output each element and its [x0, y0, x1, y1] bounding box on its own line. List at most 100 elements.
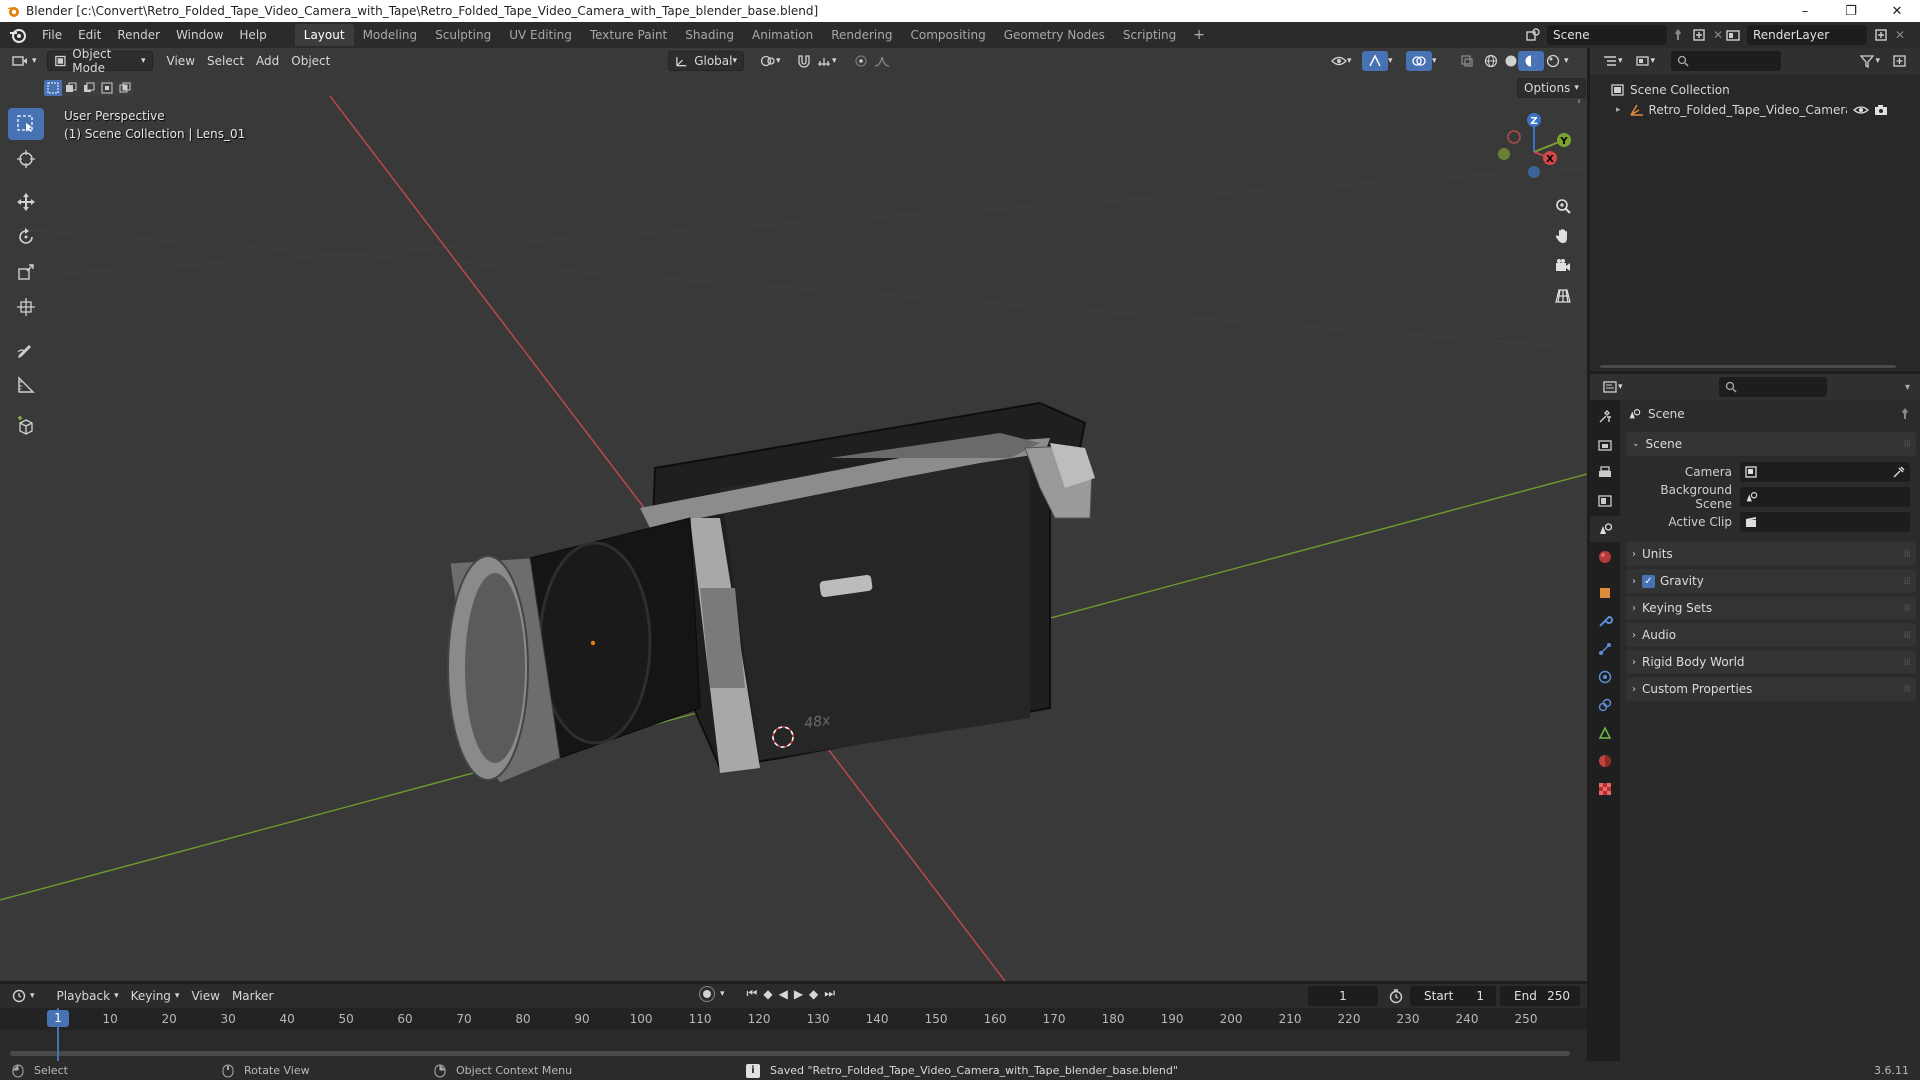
tab-scripting[interactable]: Scripting [1114, 24, 1185, 46]
tab-texture-paint[interactable]: Texture Paint [581, 24, 676, 46]
close-button[interactable]: ✕ [1874, 0, 1920, 22]
tab-data[interactable] [1590, 720, 1620, 746]
select-mode-new[interactable] [44, 80, 62, 96]
outliner-scrollbar[interactable] [1600, 365, 1896, 368]
3d-viewport[interactable]: 48x ▾ Object Mode ▾ View Select Add Obje… [0, 48, 1587, 981]
tab-render[interactable] [1590, 432, 1620, 458]
tool-move[interactable] [8, 186, 44, 218]
perspective-toggle-button[interactable] [1551, 284, 1575, 308]
transform-orientation-dropdown[interactable]: Global ▾ [668, 51, 744, 71]
menu-edit[interactable]: Edit [70, 24, 109, 46]
panel-rigid-body-world-header[interactable]: › Rigid Body World ⁞⁞⁞ [1626, 650, 1916, 674]
blender-logo-icon[interactable] [8, 25, 28, 45]
tab-texture[interactable] [1590, 776, 1620, 802]
delete-scene-icon[interactable]: ✕ [1713, 28, 1723, 42]
drag-handle-icon[interactable]: ⁞⁞⁞ [1903, 439, 1910, 450]
delete-view-layer-icon[interactable]: ✕ [1895, 28, 1905, 42]
navigation-gizmo[interactable]: Z Y X [1494, 112, 1574, 192]
timeline-track-area[interactable] [0, 1030, 1587, 1061]
tab-particles[interactable] [1590, 636, 1620, 662]
new-collection-button[interactable] [1886, 51, 1914, 71]
properties-search-input[interactable] [1718, 377, 1827, 397]
new-scene-icon[interactable] [1691, 27, 1707, 43]
timeline-scrollbar[interactable] [10, 1051, 1570, 1056]
playback-menu[interactable]: Playback ▾ [51, 986, 125, 1006]
select-mode-extend[interactable] [62, 80, 80, 96]
display-mode-dropdown[interactable]: ▾ [1629, 51, 1662, 71]
tab-output[interactable] [1590, 460, 1620, 486]
select-mode-invert[interactable] [98, 80, 116, 96]
jump-to-start-icon[interactable]: ⏮ [747, 986, 758, 1001]
tab-object[interactable] [1590, 580, 1620, 606]
menu-render[interactable]: Render [109, 24, 168, 46]
gizmo-dropdown-icon[interactable]: ▾ [1388, 56, 1393, 66]
filter-dropdown[interactable]: ▾ [1853, 51, 1886, 71]
play-reverse-icon[interactable]: ◀ [779, 987, 788, 1001]
panel-keying-sets-header[interactable]: › Keying Sets ⁞⁞⁞ [1626, 596, 1916, 620]
outliner-row-camera-object[interactable]: ▸ Retro_Folded_Tape_Video_Camera_with [1590, 100, 1920, 120]
new-view-layer-icon[interactable] [1873, 27, 1889, 43]
tab-view-layer[interactable] [1590, 488, 1620, 514]
tab-modeling[interactable]: Modeling [354, 24, 427, 46]
timeline-frame-ruler[interactable]: 1102030405060708090100110120130140150160… [0, 1008, 1587, 1030]
current-frame-field[interactable]: 1 [1308, 986, 1378, 1006]
record-button[interactable] [700, 986, 714, 1001]
shading-rendered[interactable] [1540, 51, 1566, 71]
start-frame-field[interactable]: Start 1 [1410, 986, 1496, 1006]
sidebar-toggle-chevron-icon[interactable]: ‹ [1577, 96, 1581, 107]
tool-annotate[interactable] [8, 334, 44, 366]
menu-help[interactable]: Help [231, 24, 274, 46]
panel-units-header[interactable]: › Units ⁞⁞⁞ [1626, 542, 1916, 566]
view-layer-selector[interactable]: RenderLayer [1747, 25, 1867, 45]
editor-type-button[interactable]: ▾ [6, 51, 43, 71]
preview-range-stopwatch-icon[interactable] [1388, 988, 1404, 1004]
camera-view-button[interactable] [1551, 254, 1575, 278]
add-menu[interactable]: Add [250, 51, 285, 71]
drag-handle-icon[interactable]: ⁞⁞⁞ [1903, 657, 1910, 668]
select-mode-subtract[interactable] [80, 80, 98, 96]
expand-arrow-icon[interactable]: ▸ [1616, 105, 1621, 115]
pin-icon[interactable] [1898, 407, 1912, 421]
drag-handle-icon[interactable]: ⁞⁞⁞ [1903, 684, 1910, 695]
panel-audio-header[interactable]: › Audio ⁞⁞⁞ [1626, 623, 1916, 647]
end-frame-field[interactable]: End 250 [1500, 986, 1580, 1006]
tab-physics[interactable] [1590, 664, 1620, 690]
tab-shading[interactable]: Shading [676, 24, 743, 46]
tab-modifiers[interactable] [1590, 608, 1620, 634]
tab-rendering[interactable]: Rendering [822, 24, 901, 46]
visibility-eye-icon[interactable] [1852, 103, 1869, 117]
view-menu[interactable]: View [161, 51, 201, 71]
options-dropdown[interactable]: Options ▾ [1517, 78, 1586, 98]
pivot-point-button[interactable]: ▾ [754, 51, 787, 71]
gizmo-toggle[interactable] [1362, 51, 1388, 71]
snap-target-dropdown[interactable]: ▾ [810, 51, 843, 71]
maximize-button[interactable]: ❐ [1828, 0, 1874, 22]
outliner-editor-type-button[interactable]: ▾ [1596, 51, 1629, 71]
camera-field[interactable] [1740, 461, 1910, 482]
tool-add-cube[interactable] [8, 410, 44, 442]
scene-selector[interactable]: Scene [1547, 25, 1667, 45]
panel-custom-properties-header[interactable]: › Custom Properties ⁞⁞⁞ [1626, 677, 1916, 701]
chevron-down-icon[interactable]: ▾ [1905, 382, 1910, 393]
panel-scene-header[interactable]: ⌄ Scene ⁞⁞⁞ [1626, 432, 1916, 456]
object-menu[interactable]: Object [285, 51, 336, 71]
background-scene-field[interactable] [1740, 486, 1910, 507]
outliner-search-input[interactable] [1671, 51, 1782, 71]
panel-gravity-header[interactable]: › ✓ Gravity ⁞⁞⁞ [1626, 569, 1916, 593]
properties-editor-type-button[interactable]: ▾ [1596, 377, 1629, 397]
jump-to-keyframe-forward-icon[interactable]: ◆ [809, 987, 818, 1001]
shading-dropdown-icon[interactable]: ▾ [1564, 56, 1569, 66]
add-workspace-button[interactable]: + [1185, 27, 1213, 43]
pin-icon[interactable] [1671, 28, 1685, 42]
chevron-down-icon[interactable]: ▾ [720, 989, 725, 999]
eyedropper-icon[interactable] [1892, 465, 1906, 479]
tab-animation[interactable]: Animation [743, 24, 822, 46]
tab-material[interactable] [1590, 748, 1620, 774]
tool-transform[interactable] [8, 291, 44, 323]
tab-world[interactable] [1590, 544, 1620, 570]
render-camera-icon[interactable] [1873, 103, 1889, 117]
outliner-row-scene-collection[interactable]: Scene Collection [1590, 80, 1920, 100]
visibility-dropdown[interactable]: ▾ [1325, 51, 1358, 71]
play-icon[interactable]: ▶ [794, 987, 803, 1001]
tool-select-box[interactable] [8, 108, 44, 140]
